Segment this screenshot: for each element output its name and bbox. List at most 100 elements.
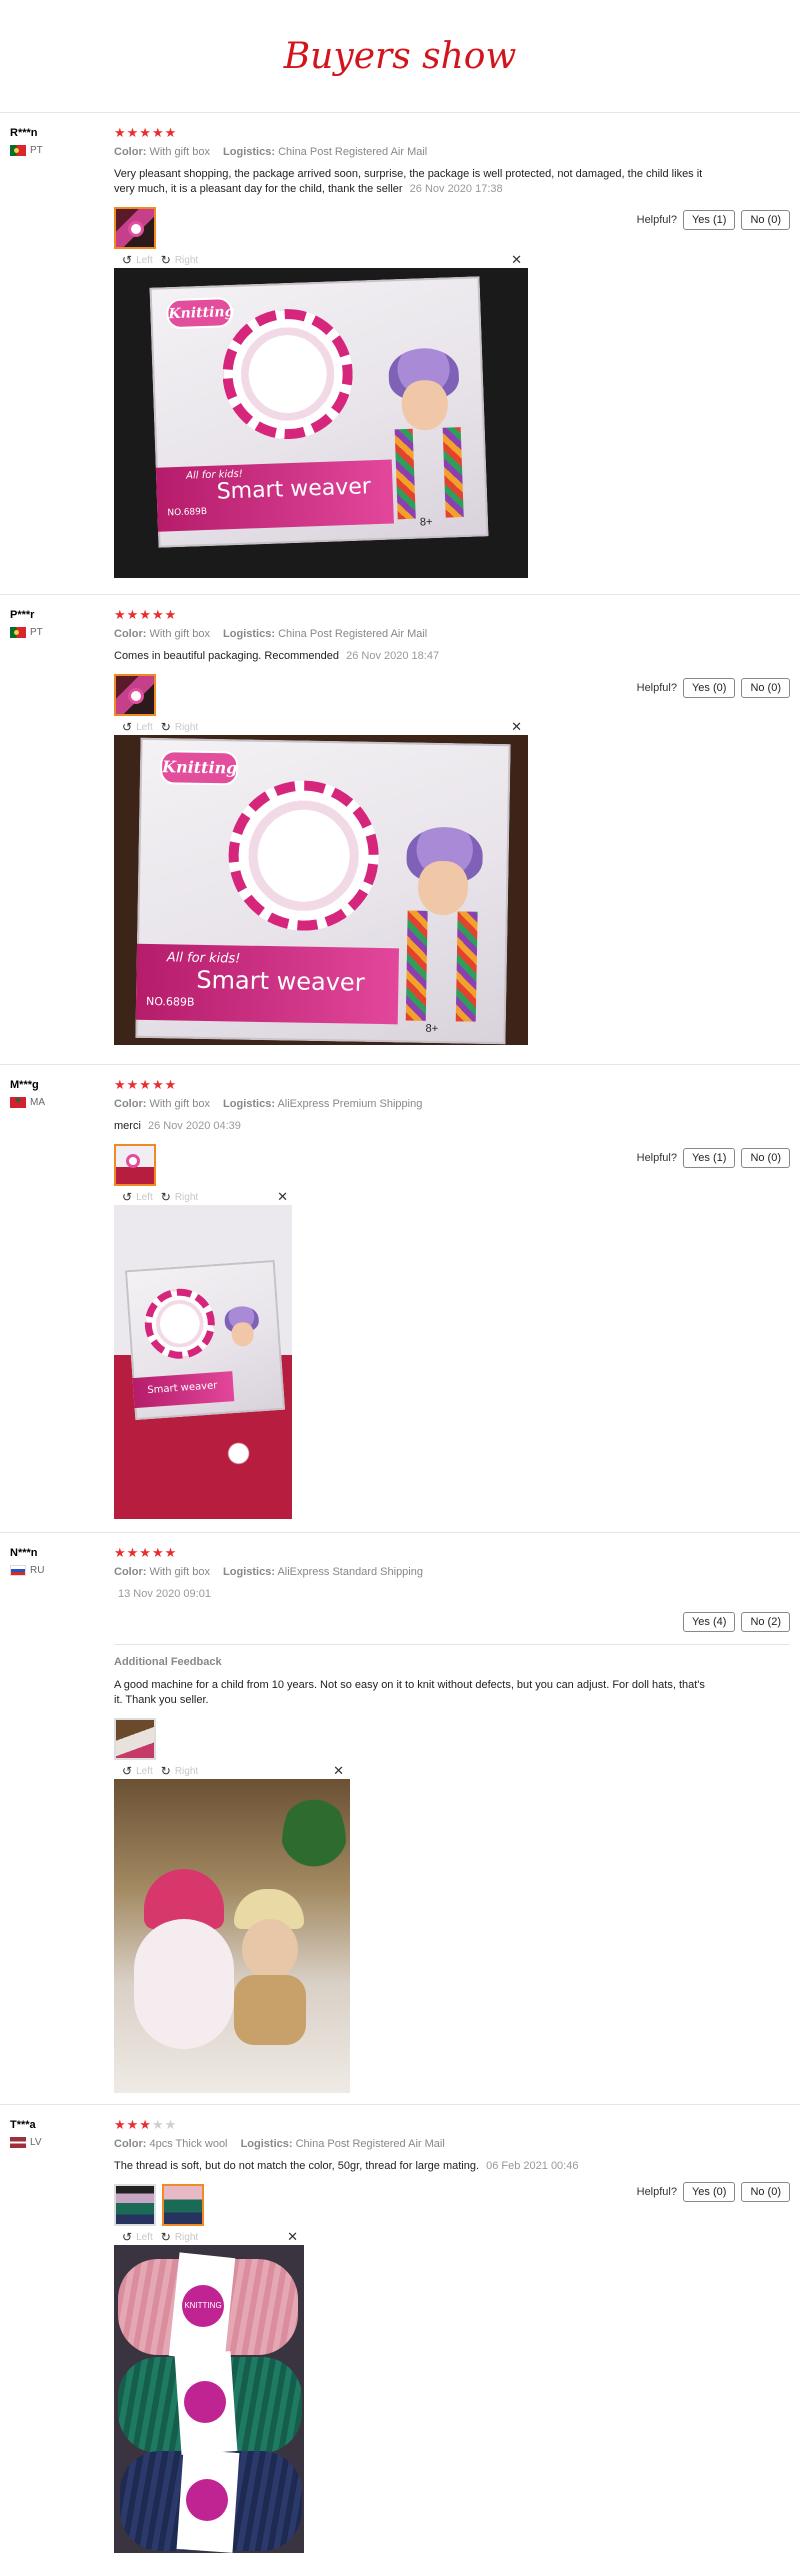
rotate-left-label[interactable]: Left [136, 1192, 153, 1203]
thumbnail-strip [114, 2184, 714, 2226]
helpful-vote: Helpful? Yes (0) No (0) [637, 678, 790, 698]
close-icon[interactable]: ✕ [277, 1189, 288, 1205]
color-label: Color: [114, 1098, 147, 1110]
review-meta: Color: 4pcs Thick wool Logistics: China … [114, 2138, 714, 2150]
color-label: Color: [114, 628, 147, 640]
color-label: Color: [114, 1566, 147, 1578]
reviewer-country: PT [10, 145, 43, 156]
image-viewer-toolbar: ↺ Left ↻ Right ✕ [114, 252, 528, 268]
rotate-left-icon[interactable]: ↺ [122, 1190, 132, 1204]
country-code: LV [30, 2137, 42, 2148]
doll-body [234, 1975, 306, 2045]
helpful-no-button[interactable]: No (0) [741, 1148, 790, 1168]
color-value: With gift box [149, 1098, 210, 1110]
helpful-no-button[interactable]: No (0) [741, 678, 790, 698]
image-viewer-toolbar: ↺ Left ↻ Right ✕ [114, 1189, 294, 1205]
doll-body [134, 1919, 234, 2049]
review-text: 13 Nov 2020 09:01 [114, 1587, 714, 1602]
review-thumbnail[interactable] [114, 2184, 156, 2226]
logistics-value: AliExpress Premium Shipping [277, 1098, 423, 1110]
star-empty-icon: ★★ [151, 2117, 178, 2132]
review-content: ★★★★★ Color: With gift box Logistics: Al… [114, 1546, 714, 1602]
rotate-left-label[interactable]: Left [136, 2232, 153, 2243]
product-box: Knitting All for kids! Smart weaver NO.6… [149, 276, 489, 548]
close-icon[interactable]: ✕ [333, 1763, 344, 1779]
helpful-vote: Helpful? Yes (1) No (0) [637, 1148, 790, 1168]
close-icon[interactable]: ✕ [287, 2229, 298, 2245]
image-viewer-toolbar: ↺ Left ↻ Right ✕ [114, 1763, 350, 1779]
review-photo[interactable] [114, 1779, 350, 2093]
rotate-right-label[interactable]: Right [175, 722, 198, 733]
review-photo[interactable]: Smart weaver [114, 1205, 292, 1519]
rotate-left-icon[interactable]: ↺ [122, 1764, 132, 1778]
rotate-right-label[interactable]: Right [175, 1766, 198, 1777]
helpful-label: Helpful? [636, 214, 677, 226]
close-icon[interactable]: ✕ [511, 252, 522, 268]
rotate-left-label[interactable]: Left [136, 722, 153, 733]
review-content: ★★★★★ Color: With gift box Logistics: Al… [114, 1078, 714, 1519]
logistics-value: China Post Registered Air Mail [295, 2138, 445, 2150]
box-banner: Smart weaver [132, 1371, 235, 1409]
review-content: ★★★★★ Color: With gift box Logistics: Ch… [114, 608, 714, 1045]
rotate-right-icon[interactable]: ↻ [161, 1190, 171, 1204]
helpful-yes-button[interactable]: Yes (0) [682, 2182, 736, 2202]
rotate-left-icon[interactable]: ↺ [122, 2230, 132, 2244]
logistics-label: Logistics: [240, 2138, 293, 2150]
country-code: MA [30, 1097, 45, 1108]
additional-feedback-divider [114, 1644, 790, 1645]
country-code: PT [30, 627, 43, 638]
rotate-right-icon[interactable]: ↻ [161, 1764, 171, 1778]
product-box: Knitting All for kids! Smart weaver NO.6… [135, 737, 511, 1045]
helpful-yes-button[interactable]: Yes (1) [682, 210, 736, 230]
flag-icon [10, 1565, 26, 1576]
rotate-right-label[interactable]: Right [175, 255, 198, 266]
review-thumbnail[interactable] [114, 674, 156, 716]
box-logo: Knitting [159, 750, 239, 786]
helpful-no-button[interactable]: No (0) [741, 210, 790, 230]
helpful-label: Helpful? [636, 682, 677, 694]
review-text: The thread is soft, but do not match the… [114, 2159, 714, 2174]
logistics-value: China Post Registered Air Mail [278, 146, 428, 158]
rotate-right-label[interactable]: Right [175, 1192, 198, 1203]
rotate-right-icon[interactable]: ↻ [161, 2230, 171, 2244]
rotate-right-icon[interactable]: ↻ [161, 720, 171, 734]
review-photo[interactable]: Knitting All for kids! Smart weaver NO.6… [114, 735, 528, 1045]
helpful-yes-button[interactable]: Yes (4) [682, 1612, 736, 1632]
helpful-no-button[interactable]: No (0) [741, 2182, 790, 2202]
rotate-left-label[interactable]: Left [136, 255, 153, 266]
rotate-left-label[interactable]: Left [136, 1766, 153, 1777]
star-icon: ★★★★★ [114, 125, 178, 140]
loom-ring [220, 306, 355, 442]
review-item: M***g MA ★★★★★ Color: With gift box Logi… [0, 1064, 800, 1530]
helpful-no-button[interactable]: No (2) [741, 1612, 790, 1632]
helpful-yes-button[interactable]: Yes (1) [682, 1148, 736, 1168]
review-thumbnail[interactable] [114, 1144, 156, 1186]
review-photo[interactable]: Knitting All for kids! Smart weaver NO.6… [114, 268, 528, 578]
box-age: 8+ [419, 516, 433, 529]
reviewer-country: MA [10, 1097, 45, 1108]
christmas-tree [282, 1789, 346, 1899]
rotate-left-icon[interactable]: ↺ [122, 253, 132, 267]
review-thumbnail[interactable] [162, 2184, 204, 2226]
helpful-vote: Helpful? Yes (0) No (0) [637, 2182, 790, 2202]
thumbnail-strip [114, 674, 714, 716]
reviewer-name: P***r [10, 609, 35, 621]
rotate-right-icon[interactable]: ↻ [161, 253, 171, 267]
review-photo[interactable]: KNITTING [114, 2245, 304, 2553]
box-banner: All for kids! Smart weaver NO.689B [135, 943, 400, 1025]
helpful-yes-button[interactable]: Yes (0) [682, 678, 736, 698]
review-item: R***n PT ★★★★★ Color: With gift box Logi… [0, 112, 800, 592]
close-icon[interactable]: ✕ [511, 719, 522, 735]
image-viewer-toolbar: ↺ Left ↻ Right ✕ [114, 2229, 304, 2245]
review-date: 26 Nov 2020 04:39 [147, 1120, 241, 1132]
doll-face [242, 1919, 298, 1979]
review-thumbnail[interactable] [114, 207, 156, 249]
rotate-left-icon[interactable]: ↺ [122, 720, 132, 734]
review-body: merci [114, 1120, 141, 1132]
country-code: PT [30, 145, 43, 156]
review-thumbnail[interactable] [114, 1718, 156, 1760]
page-title: Buyers show [283, 36, 517, 77]
review-date: 13 Nov 2020 09:01 [118, 1588, 211, 1600]
reviewer-country: PT [10, 627, 43, 638]
rotate-right-label[interactable]: Right [175, 2232, 198, 2243]
